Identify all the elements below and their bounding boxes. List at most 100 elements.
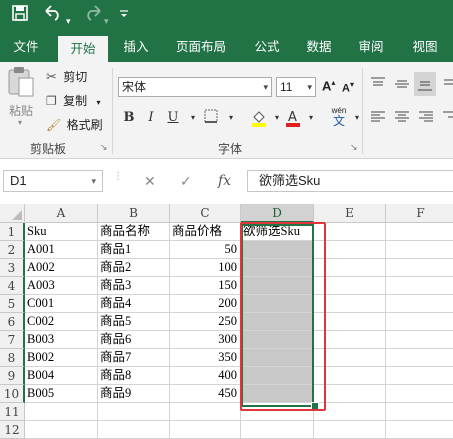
column-header-d[interactable]: D: [241, 204, 314, 223]
italic-button[interactable]: I: [142, 109, 160, 127]
cell-a5[interactable]: C001: [25, 295, 98, 313]
font-color-dropdown-icon[interactable]: ▾: [302, 109, 320, 127]
underline-dropdown-icon[interactable]: ▾: [184, 109, 202, 127]
cell-a7[interactable]: B003: [25, 331, 98, 349]
cell-e2[interactable]: [314, 241, 386, 259]
cut-button[interactable]: ✂ 剪切: [46, 68, 87, 86]
cell-e5[interactable]: [314, 295, 386, 313]
cell-f2[interactable]: [386, 241, 453, 259]
tab-home[interactable]: 开始: [58, 36, 108, 62]
cell-d8[interactable]: [241, 349, 314, 367]
row-header[interactable]: 5: [0, 295, 25, 313]
customize-icon[interactable]: [120, 7, 128, 29]
cell-c2[interactable]: 50: [170, 241, 241, 259]
cell-b12[interactable]: [98, 421, 170, 439]
cell-f4[interactable]: [386, 277, 453, 295]
cell-d11[interactable]: [241, 403, 314, 421]
undo-icon[interactable]: [44, 5, 62, 28]
tab-formulas[interactable]: 公式: [242, 32, 292, 62]
cell-b10[interactable]: 商品9: [98, 385, 170, 403]
cell-e10[interactable]: [314, 385, 386, 403]
cell-f11[interactable]: [386, 403, 453, 421]
row-header[interactable]: 8: [0, 349, 25, 367]
row-header[interactable]: 12: [0, 421, 25, 439]
cell-d2[interactable]: [241, 241, 314, 259]
cell-d12[interactable]: [241, 421, 314, 439]
cell-c6[interactable]: 250: [170, 313, 241, 331]
cell-a2[interactable]: A001: [25, 241, 98, 259]
clipboard-launcher-icon[interactable]: ↘: [100, 142, 108, 153]
cell-d3[interactable]: [241, 259, 314, 277]
cell-d7[interactable]: [241, 331, 314, 349]
cell-e6[interactable]: [314, 313, 386, 331]
decrease-font-size-button[interactable]: A▾: [342, 80, 354, 95]
fill-color-button[interactable]: [250, 109, 268, 127]
font-launcher-icon[interactable]: ↘: [350, 142, 358, 153]
name-box[interactable]: D1 ▾: [3, 170, 103, 192]
cell-b6[interactable]: 商品5: [98, 313, 170, 331]
row-header[interactable]: 6: [0, 313, 25, 331]
cell-c9[interactable]: 400: [170, 367, 241, 385]
cancel-icon[interactable]: ✕: [144, 170, 156, 192]
cell-f6[interactable]: [386, 313, 453, 331]
phonetic-dropdown-icon[interactable]: ▾: [348, 109, 366, 127]
cell-a10[interactable]: B005: [25, 385, 98, 403]
cell-f8[interactable]: [386, 349, 453, 367]
cell-f3[interactable]: [386, 259, 453, 277]
orientation-button[interactable]: [442, 76, 453, 92]
cell-c1[interactable]: 商品价格: [170, 223, 241, 241]
insert-function-icon[interactable]: fx: [218, 170, 231, 192]
column-header-c[interactable]: C: [170, 204, 241, 223]
cell-c11[interactable]: [170, 403, 241, 421]
redo-icon[interactable]: [84, 5, 102, 28]
tab-file[interactable]: 文件: [0, 32, 52, 62]
font-size-combo[interactable]: 11 ▾: [276, 77, 316, 97]
cell-c10[interactable]: 450: [170, 385, 241, 403]
borders-button[interactable]: [202, 109, 220, 127]
cell-b4[interactable]: 商品3: [98, 277, 170, 295]
row-header[interactable]: 4: [0, 277, 25, 295]
cell-a9[interactable]: B004: [25, 367, 98, 385]
fill-handle[interactable]: [311, 402, 319, 410]
enter-icon[interactable]: ✓: [180, 170, 192, 192]
row-header[interactable]: 10: [0, 385, 25, 403]
cell-b1[interactable]: 商品名称: [98, 223, 170, 241]
row-header[interactable]: 1: [0, 223, 25, 241]
phonetic-guide-button[interactable]: wén 文: [328, 106, 350, 127]
save-icon[interactable]: [12, 5, 28, 28]
cell-b3[interactable]: 商品2: [98, 259, 170, 277]
cell-e9[interactable]: [314, 367, 386, 385]
borders-dropdown-icon[interactable]: ▾: [222, 109, 240, 127]
tab-view[interactable]: 视图: [400, 32, 450, 62]
cell-b8[interactable]: 商品7: [98, 349, 170, 367]
top-align-button[interactable]: [370, 76, 386, 95]
cell-d6[interactable]: [241, 313, 314, 331]
decrease-indent-button[interactable]: [442, 109, 453, 125]
cell-a4[interactable]: A003: [25, 277, 98, 295]
cell-b5[interactable]: 商品4: [98, 295, 170, 313]
cell-b11[interactable]: [98, 403, 170, 421]
font-color-button[interactable]: A: [284, 109, 302, 127]
cell-a12[interactable]: [25, 421, 98, 439]
cell-b9[interactable]: 商品8: [98, 367, 170, 385]
undo-dropdown-icon[interactable]: ▾: [66, 10, 71, 32]
formula-input[interactable]: 欲筛选Sku: [247, 170, 453, 192]
align-left-button[interactable]: [370, 109, 386, 128]
cell-e4[interactable]: [314, 277, 386, 295]
column-header-b[interactable]: B: [98, 204, 170, 223]
cell-a11[interactable]: [25, 403, 98, 421]
align-center-button[interactable]: [394, 109, 410, 128]
align-right-button[interactable]: [418, 109, 434, 128]
tab-review[interactable]: 审阅: [348, 32, 394, 62]
tab-insert[interactable]: 插入: [110, 32, 162, 62]
cell-c12[interactable]: [170, 421, 241, 439]
cell-f7[interactable]: [386, 331, 453, 349]
format-painter-button[interactable]: 🖌 格式刷: [46, 116, 103, 134]
cell-e3[interactable]: [314, 259, 386, 277]
cell-f9[interactable]: [386, 367, 453, 385]
cell-a3[interactable]: A002: [25, 259, 98, 277]
row-header[interactable]: 9: [0, 367, 25, 385]
cell-c7[interactable]: 300: [170, 331, 241, 349]
middle-align-button[interactable]: [394, 76, 410, 95]
row-header[interactable]: 3: [0, 259, 25, 277]
